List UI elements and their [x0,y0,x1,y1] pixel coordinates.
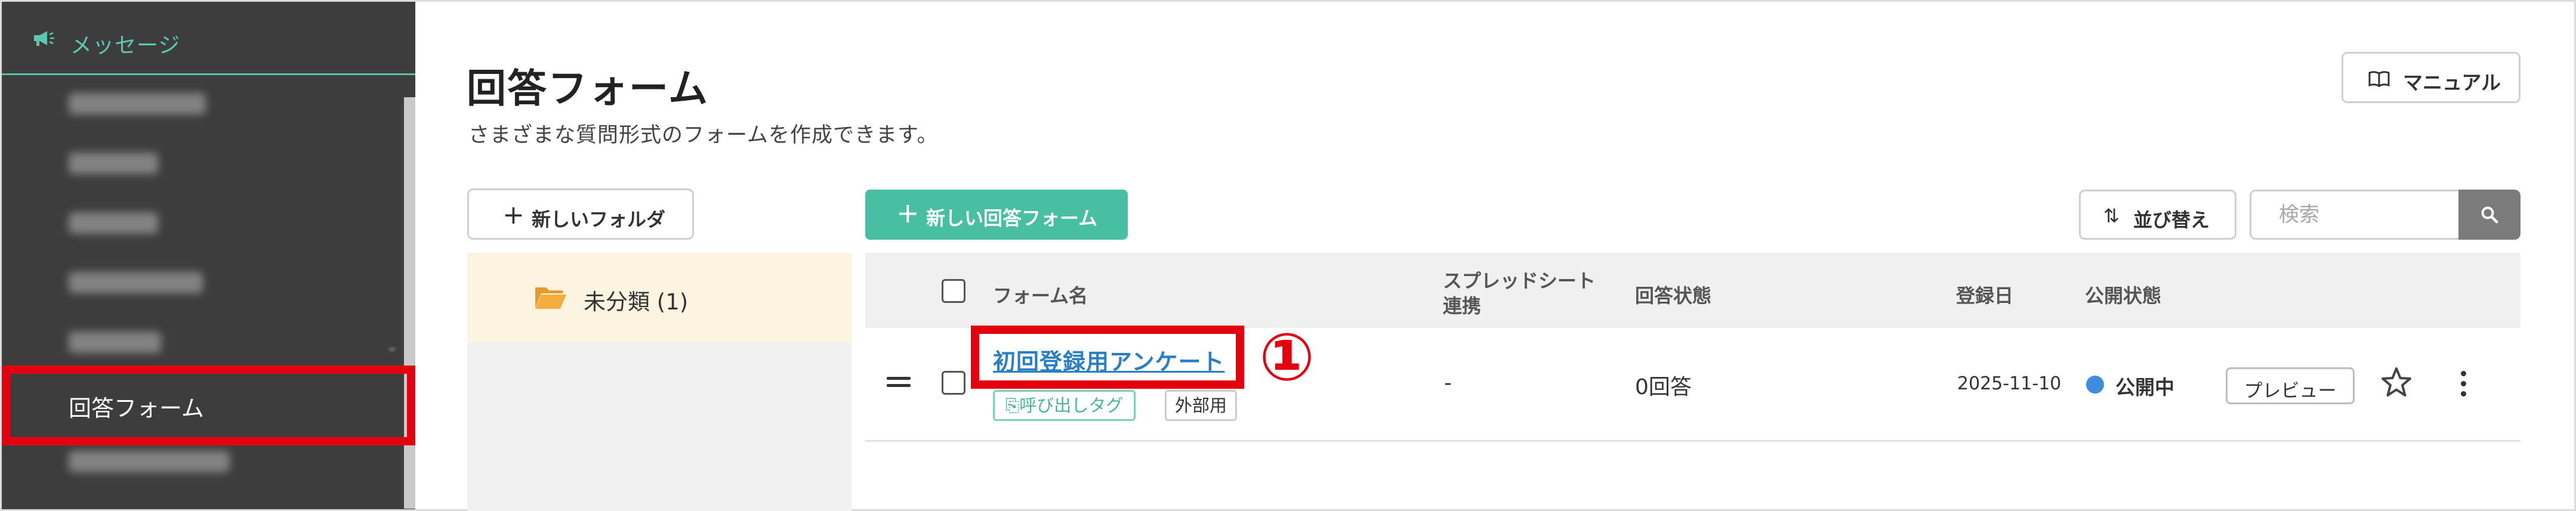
form-name-link[interactable]: 初回登録用アンケート [993,343,1224,376]
sort-label: 並び替え [2133,209,2210,231]
column-registered-date: 登録日 [1956,284,2014,307]
search-input[interactable] [2250,190,2460,240]
column-publish-status: 公開状態 [2085,284,2162,307]
manual-label: マニュアル [2403,71,2501,94]
plus-icon: + [896,197,920,229]
publish-status: 公開中 [2115,376,2174,399]
folder-label: 未分類 (1) [584,289,689,315]
folder-pane: 未分類 (1) [467,253,852,511]
sidebar-item-label: 回答フォーム [69,395,204,422]
obscured-label [69,451,230,472]
preview-label: プレビュー [2244,380,2337,402]
search-button[interactable] [2458,190,2521,240]
sidebar-section-label: メッセージ [70,33,181,58]
sidebar-section-message[interactable]: メッセージ [2,2,415,75]
sidebar-item-scheduled[interactable]: ⌄ [2,314,415,373]
spreadsheet-value: - [1444,371,1452,395]
table-row: 初回登録用アンケート ⎘呼び出しタグ 外部用 - 0回答 2025-11-10 … [865,329,2521,442]
sort-arrows-icon: ⇅ [2103,205,2120,227]
external-tag-label: 外部用 [1175,395,1227,416]
obscured-label [69,93,206,114]
plus-icon: + [502,200,525,230]
row-checkbox[interactable] [942,371,965,395]
call-tag-label: 呼び出しタグ [1019,395,1124,416]
answer-count: 0回答 [1635,375,1692,399]
new-answer-form-label: 新しい回答フォーム [926,207,1098,230]
select-all-checkbox[interactable] [942,279,965,303]
drag-handle-icon[interactable] [887,377,911,391]
sidebar-item-answer-form[interactable]: 回答フォーム [2,373,415,433]
folder-open-icon [535,287,566,309]
column-answer-status: 回答状態 [1635,284,1712,307]
sidebar-item-reminder[interactable] [2,433,415,493]
registered-date: 2025-11-10 [1957,373,2062,394]
obscured-label [69,212,158,234]
sidebar-scrollbar[interactable] [404,97,415,509]
table-header: フォーム名 スプレッドシート 連携 回答状態 登録日 公開状態 [865,253,2521,328]
column-spreadsheet-line2: 連携 [1443,295,1482,317]
manual-button[interactable]: マニュアル [2341,52,2521,103]
sidebar-item-template[interactable] [2,254,415,314]
sidebar-item-auto-reply[interactable] [2,194,415,254]
sidebar: メッセージ ⌄ 回答フォーム [2,2,415,509]
new-folder-button[interactable]: + 新しいフォルダ [467,188,694,240]
sort-button[interactable]: ⇅ 並び替え [2079,190,2236,240]
star-icon[interactable] [2378,365,2414,401]
sidebar-item-broadcast[interactable] [2,135,415,194]
obscured-label [69,332,161,353]
new-answer-form-button[interactable]: + 新しい回答フォーム [865,190,1128,240]
megaphone-icon [34,31,54,46]
copy-icon: ⎘ [1005,395,1020,416]
more-menu-icon[interactable] [2461,371,2468,399]
sidebar-item-scenario[interactable] [2,75,415,135]
chevron-down-icon: ⌄ [385,337,399,355]
search-icon [2481,206,2498,224]
page-subtitle: さまざまな質問形式のフォームを作成できます。 [468,123,939,147]
obscured-label [69,272,203,293]
column-form-name: フォーム名 [993,284,1088,307]
column-spreadsheet-line1: スプレッドシート [1443,270,1596,292]
page-title: 回答フォーム [467,66,709,112]
status-dot-icon [2086,376,2104,394]
preview-button[interactable]: プレビュー [2226,367,2355,404]
external-tag-button[interactable]: 外部用 [1165,390,1238,421]
book-icon [2368,71,2390,87]
call-tag-button[interactable]: ⎘呼び出しタグ [993,390,1136,421]
step-marker: ① [1259,319,1315,395]
obscured-label [69,153,158,174]
new-folder-label: 新しいフォルダ [532,208,666,231]
folder-item[interactable]: 未分類 (1) [467,253,852,342]
